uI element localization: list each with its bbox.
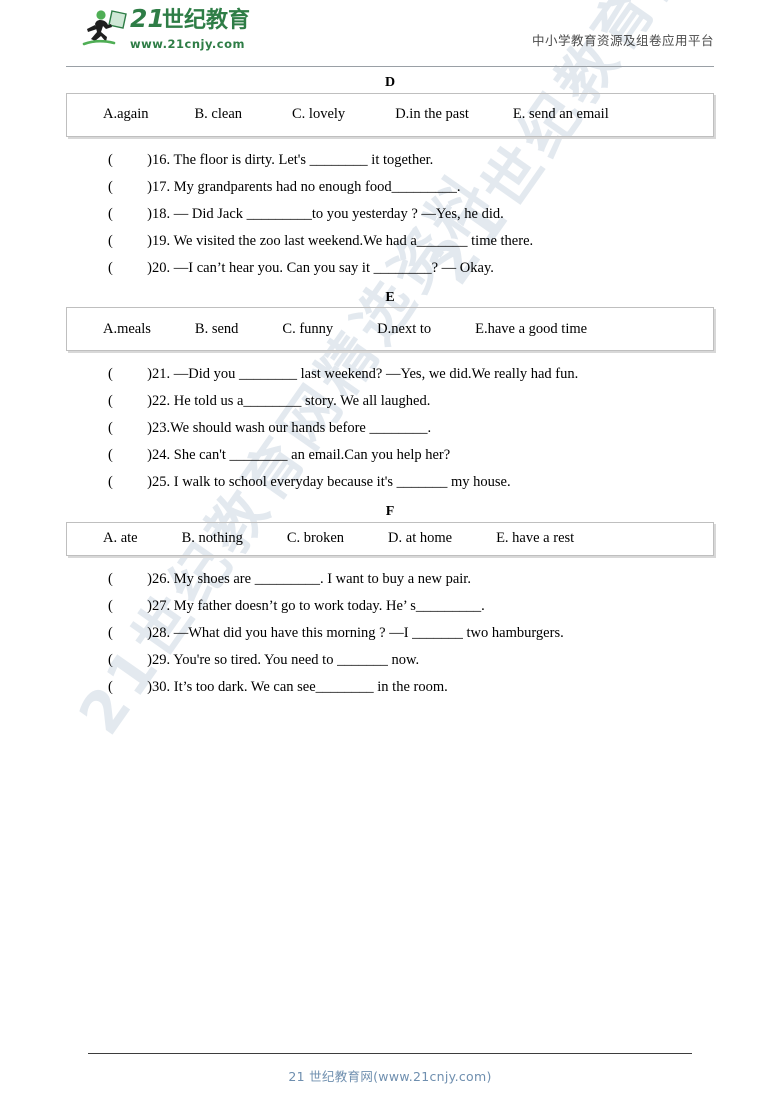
runner-with-book-icon [82, 8, 128, 50]
question-text-29: 29. You're so tired. You need to _______… [152, 651, 420, 668]
answer-blank-28[interactable] [108, 626, 152, 641]
section-d-letter: D [384, 75, 396, 90]
section-f-option-a: A. ate [103, 530, 138, 547]
question-text-25: 25. I walk to school everyday because it… [152, 474, 511, 491]
section-f-option-e: E. have a rest [496, 530, 575, 547]
footer-site-label: 21 世纪教育网(www.21cnjy.com) [288, 1069, 492, 1084]
section-d-option-d: D.in the past [395, 106, 469, 123]
question-item: 27. My father doesn’t go to work today. … [66, 599, 714, 614]
brand-url: www.21cnjy.com [130, 37, 245, 51]
section-d: D A.again B. clean C. lovely D.in the pa… [66, 73, 714, 275]
section-d-option-c: C. lovely [292, 106, 346, 123]
answer-blank-22[interactable] [108, 394, 152, 409]
question-text-19: 19. We visited the zoo last weekend.We h… [152, 232, 534, 249]
section-e-option-b: B. send [194, 320, 239, 337]
brand-logo: 21 世纪教育 www.21cnjy.com [82, 4, 280, 51]
answer-blank-19[interactable] [108, 234, 152, 249]
question-item: 24. She can't ________ an email.Can you … [66, 448, 714, 463]
question-item: 18. — Did Jack _________to you yesterday… [66, 207, 714, 222]
question-item: 19. We visited the zoo last weekend.We h… [66, 234, 714, 249]
page-header: 21 世纪教育 www.21cnjy.com 中小学教育资源及组卷应用平台 [66, 0, 714, 72]
document-page: 21 世纪教育 www.21cnjy.com 中小学教育资源及组卷应用平台 D … [0, 0, 780, 1103]
section-e-option-a: A.meals [103, 320, 151, 337]
question-text-21: 21. —Did you ________ last weekend? —Yes… [152, 366, 579, 383]
section-e-option-e: E.have a good time [475, 320, 588, 337]
question-item: 16. The floor is dirty. Let's ________ i… [66, 153, 714, 168]
section-f: F A. ate B. nothing C. broken D. at home… [66, 502, 714, 694]
answer-blank-23[interactable] [108, 421, 152, 436]
question-item: 30. It’s too dark. We can see________ in… [66, 680, 714, 695]
section-e-questions: 21. —Did you ________ last weekend? —Yes… [66, 367, 714, 490]
brand-wordmark: 21 世纪教育 www.21cnjy.com [130, 4, 280, 51]
section-e-letter: E [385, 289, 395, 305]
section-f-letter: F [385, 504, 395, 520]
answer-blank-20[interactable] [108, 261, 152, 276]
answer-blank-29[interactable] [108, 653, 152, 668]
svg-text:世纪教育: 世纪教育 [162, 7, 250, 32]
question-item: 29. You're so tired. You need to _______… [66, 653, 714, 668]
answer-blank-18[interactable] [108, 207, 152, 222]
answer-blank-25[interactable] [108, 475, 152, 490]
section-f-questions: 26. My shoes are _________. I want to bu… [66, 572, 714, 695]
answer-blank-27[interactable] [108, 599, 152, 614]
question-text-17: 17. My grandparents had no enough food__… [152, 178, 461, 195]
answer-blank-26[interactable] [108, 572, 152, 587]
section-f-options-box: A. ate B. nothing C. broken D. at home E… [66, 521, 714, 556]
header-platform-label: 中小学教育资源及组卷应用平台 [531, 33, 714, 48]
answer-blank-24[interactable] [108, 448, 152, 463]
page-footer: 21 世纪教育网(www.21cnjy.com) [0, 1053, 780, 1085]
brand-name: 21 世纪教育 [130, 4, 280, 36]
question-item: 26. My shoes are _________. I want to bu… [66, 572, 714, 587]
question-item: 21. —Did you ________ last weekend? —Yes… [66, 367, 714, 382]
section-e: E A.meals B. send C. funny D.next to E.h… [66, 288, 714, 490]
section-e-options-box: A.meals B. send C. funny D.next to E.hav… [66, 307, 714, 352]
section-d-option-e: E. send an email [512, 106, 609, 123]
question-text-26: 26. My shoes are _________. I want to bu… [152, 570, 471, 587]
question-text-18: 18. — Did Jack _________to you yesterday… [152, 205, 504, 222]
question-item: 17. My grandparents had no enough food__… [66, 180, 714, 195]
question-text-22: 22. He told us a________ story. We all l… [152, 393, 431, 410]
answer-blank-21[interactable] [108, 367, 152, 382]
question-text-23: 23.We should wash our hands before _____… [152, 420, 432, 437]
answer-blank-17[interactable] [108, 180, 152, 195]
question-text-28: 28. —What did you have this morning ? —I… [152, 624, 564, 641]
question-item: 22. He told us a________ story. We all l… [66, 394, 714, 409]
question-item: 20. —I can’t hear you. Can you say it __… [66, 261, 714, 276]
question-text-27: 27. My father doesn’t go to work today. … [152, 597, 485, 614]
section-f-option-b: B. nothing [181, 530, 243, 547]
question-text-16: 16. The floor is dirty. Let's ________ i… [152, 151, 434, 168]
svg-text:21: 21 [130, 6, 165, 32]
section-f-option-c: C. broken [286, 530, 345, 547]
footer-divider [88, 1053, 692, 1054]
section-f-option-d: D. at home [388, 530, 453, 547]
section-d-option-a: A.again [103, 106, 149, 123]
question-text-24: 24. She can't ________ an email.Can you … [152, 447, 451, 464]
question-item: 25. I walk to school everyday because it… [66, 475, 714, 490]
answer-blank-30[interactable] [108, 680, 152, 695]
header-divider [66, 66, 714, 67]
question-item: 28. —What did you have this morning ? —I… [66, 626, 714, 641]
answer-blank-16[interactable] [108, 153, 152, 168]
question-text-30: 30. It’s too dark. We can see________ in… [152, 678, 448, 695]
question-item: 23.We should wash our hands before _____… [66, 421, 714, 436]
question-text-20: 20. —I can’t hear you. Can you say it __… [152, 259, 494, 276]
section-d-option-b: B. clean [194, 106, 243, 123]
section-d-options-box: A.again B. clean C. lovely D.in the past… [66, 92, 714, 137]
section-e-option-c: C. funny [282, 320, 334, 337]
section-d-questions: 16. The floor is dirty. Let's ________ i… [66, 153, 714, 276]
section-e-option-d: D.next to [377, 320, 432, 337]
